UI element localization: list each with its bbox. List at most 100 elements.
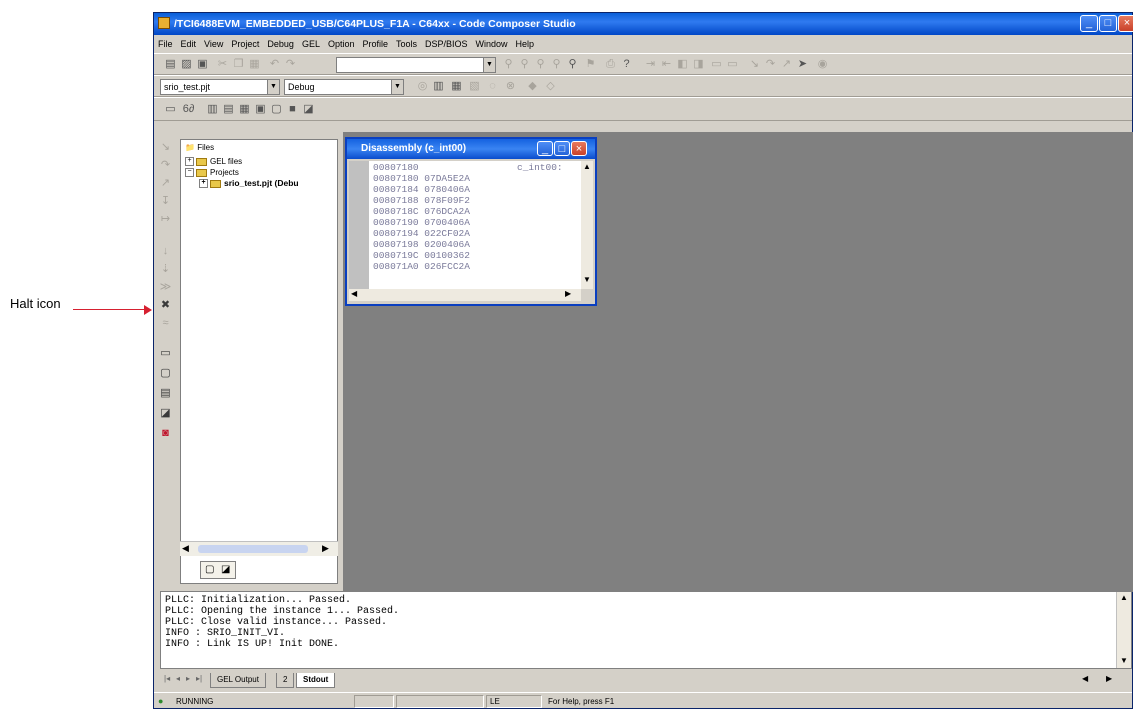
toggle-bookmark-icon[interactable]: ◧ <box>676 58 689 71</box>
step-into-icon[interactable]: ↘ <box>159 141 172 154</box>
paste-icon[interactable]: ▦ <box>248 58 261 71</box>
registers-icon[interactable]: ▤ <box>222 103 235 116</box>
set-pc-icon[interactable]: ↦ <box>159 213 172 226</box>
menu-profile[interactable]: Profile <box>358 35 392 53</box>
expand-icon[interactable]: + <box>199 179 208 189</box>
window-icon[interactable]: ◪ <box>159 407 172 420</box>
remove-breakpoints-icon[interactable]: ⊗ <box>504 80 517 93</box>
tree-item-gel-files[interactable]: + GEL files <box>185 156 242 167</box>
output-vertical-scrollbar[interactable]: ▲ ▼ <box>1116 592 1131 668</box>
search-icon[interactable]: ⚲ <box>566 58 579 71</box>
scroll-left-icon[interactable]: ◀ <box>182 543 189 554</box>
compile-icon[interactable]: ◎ <box>416 80 429 93</box>
copy-icon[interactable]: ❐ <box>232 58 245 71</box>
bookmark-icon[interactable]: ⚑ <box>584 58 597 71</box>
run-to-cursor-icon[interactable]: ↧ <box>159 195 172 208</box>
tab-strip-scroll-left-icon[interactable]: ◀ <box>1082 674 1088 683</box>
config-select[interactable]: Debug ▼ <box>284 79 404 95</box>
memory-view-icon[interactable]: ▢ <box>159 367 172 380</box>
output-window[interactable]: PLLC: Initialization... Passed. PLLC: Op… <box>160 591 1132 669</box>
probe-point-icon[interactable]: ◆ <box>526 80 539 93</box>
tab-strip-scroll-right-icon[interactable]: ▶ <box>1106 674 1112 683</box>
menu-help[interactable]: Help <box>512 35 539 53</box>
register-window-icon[interactable]: ▭ <box>159 347 172 360</box>
outdent-icon[interactable]: ⇤ <box>660 58 673 71</box>
graph-icon[interactable]: ▦ <box>238 103 251 116</box>
project-horizontal-scrollbar[interactable]: ◀ ▶ <box>180 541 338 556</box>
tab-scroll-first-icon[interactable]: |◂ <box>164 674 170 683</box>
disassembly-listing[interactable]: 00807180 c_int00: 00807180 07DA5E2A 0080… <box>349 161 581 289</box>
menu-window[interactable]: Window <box>472 35 512 53</box>
build-icon[interactable]: ▥ <box>432 80 445 93</box>
record-icon[interactable]: ◙ <box>159 427 172 440</box>
remove-probe-icon[interactable]: ◇ <box>544 80 557 93</box>
project-select[interactable]: srio_test.pjt ▼ <box>160 79 280 95</box>
step-out-icon[interactable]: ↗ <box>780 58 793 71</box>
tree-root[interactable]: 📁 Files <box>185 142 214 153</box>
disassembly-horizontal-scrollbar[interactable]: ◀ ▶ <box>349 289 581 301</box>
print-icon[interactable]: ⎙ <box>604 58 617 71</box>
find-icon[interactable]: ⚲ <box>502 58 515 71</box>
tree-item-projects[interactable]: − Projects <box>185 167 239 178</box>
expand-icon[interactable]: + <box>185 157 194 167</box>
minimize-button[interactable]: _ <box>1080 15 1098 32</box>
find-combo[interactable]: ▼ <box>336 57 496 73</box>
symbol-browser-icon[interactable]: ■ <box>286 103 299 116</box>
disassembly-close-button[interactable]: × <box>571 141 587 156</box>
asm-step-over-icon[interactable]: ⇣ <box>159 263 172 276</box>
find-in-files-icon[interactable]: ⚲ <box>550 58 563 71</box>
chevron-down-icon[interactable]: ▼ <box>391 80 403 94</box>
stop-build-icon[interactable]: ▧ <box>468 80 481 93</box>
close-button[interactable]: × <box>1118 15 1133 32</box>
disassembly-minimize-button[interactable]: _ <box>537 141 553 156</box>
find-prev-icon[interactable]: ⚲ <box>534 58 547 71</box>
command-window-icon[interactable]: ◪ <box>302 103 315 116</box>
tab-stdout[interactable]: Stdout <box>296 673 336 688</box>
scroll-right-icon[interactable]: ▶ <box>322 543 329 554</box>
indent-icon[interactable]: ⇥ <box>644 58 657 71</box>
cut-icon[interactable]: ✂ <box>216 58 229 71</box>
tab-2[interactable]: 2 <box>276 673 295 688</box>
open-icon[interactable]: ▨ <box>180 58 193 71</box>
memory-window-icon[interactable]: ▥ <box>206 103 219 116</box>
tree-item-srio-test[interactable]: + srio_test.pjt (Debu <box>199 178 299 189</box>
halt-icon[interactable]: ✖ <box>159 299 172 312</box>
step-over-icon[interactable]: ↷ <box>764 58 777 71</box>
next-bookmark-icon[interactable]: ◨ <box>692 58 705 71</box>
save-icon[interactable]: ▣ <box>196 58 209 71</box>
scroll-left-icon[interactable]: ◀ <box>351 289 357 298</box>
tab-scroll-last-icon[interactable]: ▸| <box>196 674 202 683</box>
chevron-down-icon[interactable]: ▼ <box>483 58 495 72</box>
watch-icon[interactable]: ◉ <box>816 58 829 71</box>
collapse-icon[interactable]: − <box>185 168 194 178</box>
tab-gel-output[interactable]: GEL Output <box>210 673 266 688</box>
disassembly-vertical-scrollbar[interactable]: ▲ ▼ <box>581 161 593 289</box>
view-icon[interactable]: ▤ <box>159 387 172 400</box>
asm-step-icon[interactable]: ↓ <box>159 245 172 258</box>
step-into-icon[interactable]: ↘ <box>748 58 761 71</box>
disassembly-maximize-button[interactable]: □ <box>554 141 570 156</box>
scroll-up-icon[interactable]: ▲ <box>583 162 591 171</box>
menu-view[interactable]: View <box>200 35 227 53</box>
file-view-tab-icon[interactable]: ▢ <box>205 564 214 575</box>
new-file-icon[interactable]: ▤ <box>164 58 177 71</box>
menu-option[interactable]: Option <box>324 35 359 53</box>
menu-tools[interactable]: Tools <box>392 35 421 53</box>
run-icon[interactable]: ≫ <box>159 281 172 294</box>
animate-icon[interactable]: ≈ <box>159 317 172 330</box>
find-next-icon[interactable]: ⚲ <box>518 58 531 71</box>
undo-icon[interactable]: ↶ <box>268 58 281 71</box>
chevron-down-icon[interactable]: ▼ <box>267 80 279 94</box>
scroll-up-icon[interactable]: ▲ <box>1120 593 1128 602</box>
disassembly-window[interactable]: Disassembly (c_int00) _ □ × 00807180 c_i… <box>345 137 597 306</box>
scroll-down-icon[interactable]: ▼ <box>1120 656 1128 665</box>
run-to-cursor-icon[interactable]: ➤ <box>796 58 809 71</box>
watch-expression-icon[interactable]: 6∂ <box>182 103 195 116</box>
context-help-icon[interactable]: ? <box>620 58 633 71</box>
call-stack-icon[interactable]: ▢ <box>270 103 283 116</box>
scroll-right-icon[interactable]: ▶ <box>565 289 571 298</box>
menu-dsp-bios[interactable]: DSP/BIOS <box>421 35 472 53</box>
tab-scroll-prev-icon[interactable]: ◂ <box>176 674 180 683</box>
maximize-button[interactable]: □ <box>1099 15 1117 32</box>
menu-project[interactable]: Project <box>227 35 263 53</box>
